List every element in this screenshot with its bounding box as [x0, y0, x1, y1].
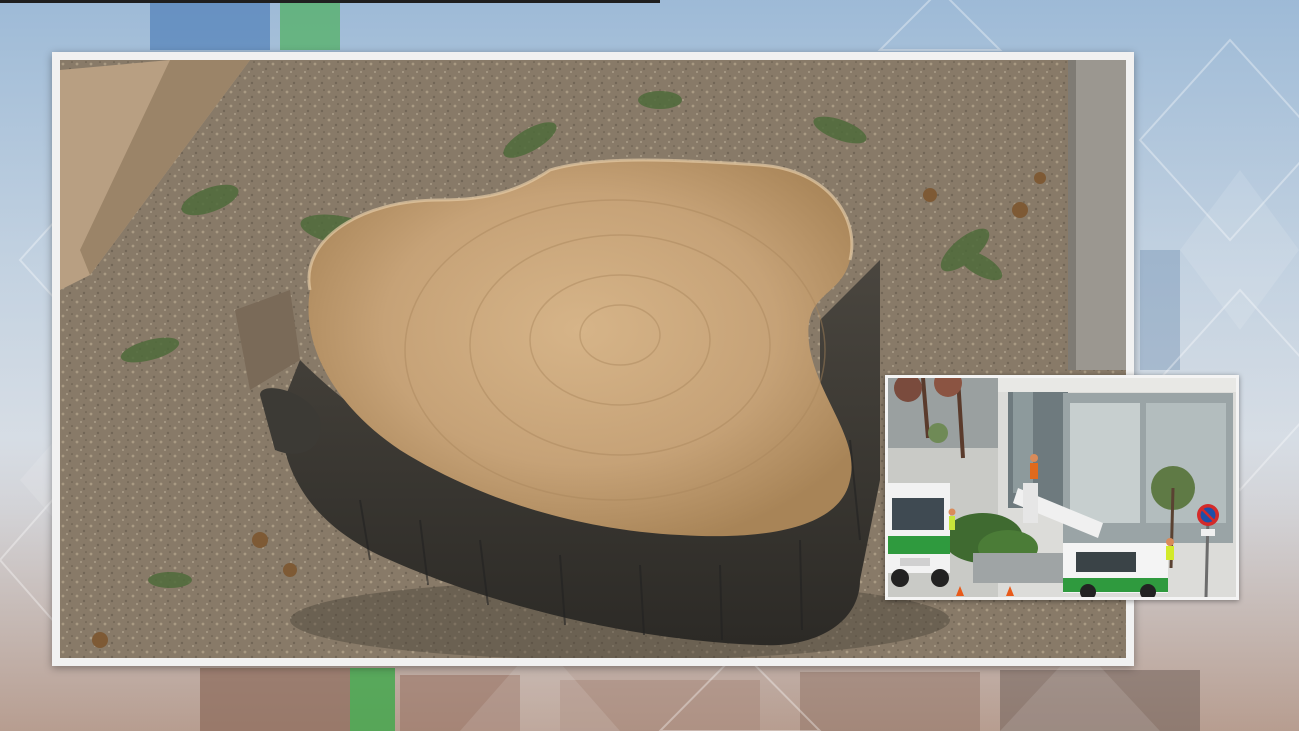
street-scene-illustration: [888, 378, 1236, 597]
inset-photo-frame: [885, 375, 1239, 600]
broadcast-background: [0, 0, 1299, 731]
top-broadcast-strip: [0, 0, 660, 3]
tree-removal-crew-photo: [888, 378, 1236, 597]
